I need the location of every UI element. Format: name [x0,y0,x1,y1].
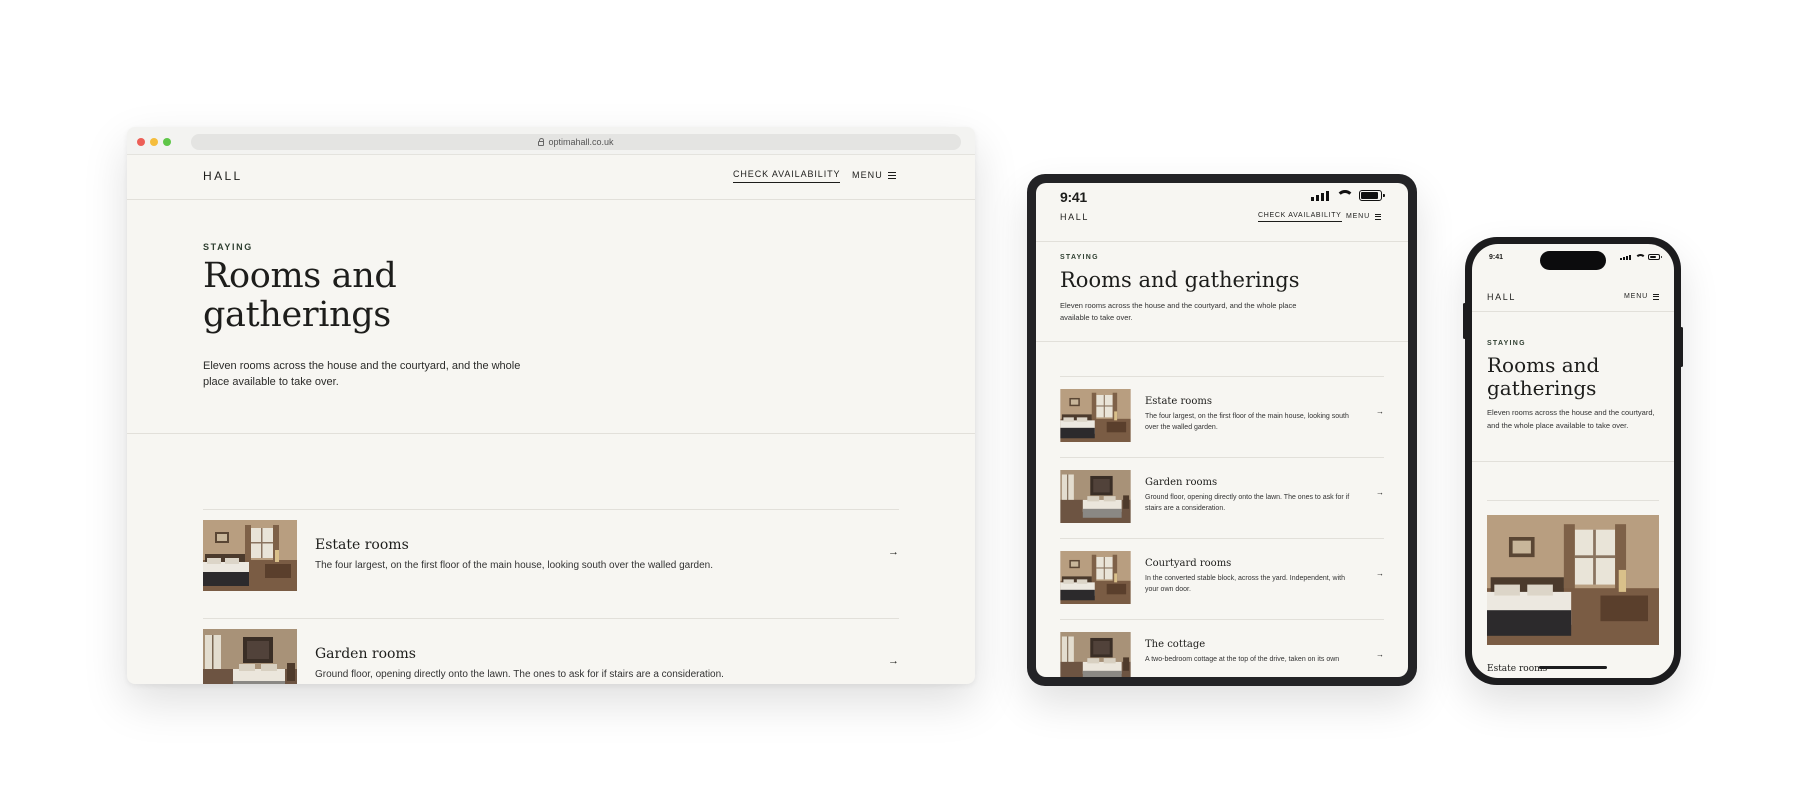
room-thumbnail [203,629,297,684]
divider [203,509,899,510]
page-intro: Eleven rooms across the house and the co… [1487,408,1655,430]
room-thumbnail [1060,389,1131,442]
section-eyebrow: STAYING [1060,254,1099,261]
page-title: Rooms and gatherings [203,256,397,335]
room-name: The cottage [1145,639,1206,650]
room-description: Ground floor, opening directly onto the … [315,669,724,680]
tablet-screen: 9:41 HALL CHECK AVAILABILITY MENU STAYIN… [1036,183,1408,677]
status-bar-icons [1620,254,1662,260]
room-card-estate[interactable]: Estate rooms The four largest, on the fi… [1060,389,1384,443]
wifi-icon [1336,190,1354,201]
home-indicator [1539,666,1607,669]
room-name: Garden rooms [1145,477,1218,488]
close-window-button[interactable] [137,138,145,146]
divider [1060,457,1384,458]
room-card-courtyard[interactable]: Courtyard rooms In the converted stable … [1060,551,1384,605]
battery-icon [1648,254,1662,260]
divider [1472,461,1674,462]
room-description: In the converted stable block, across th… [1145,575,1346,593]
maximize-window-button[interactable] [163,138,171,146]
room-thumbnail [1060,632,1131,677]
room-description: The four largest, on the first floor of … [1145,413,1349,431]
site-header: HALL CHECK AVAILABILITY MENU [127,155,975,200]
site-header: HALL MENU [1472,274,1674,312]
room-thumbnail [203,520,297,591]
site-header: HALL CHECK AVAILABILITY MENU [1036,207,1408,242]
divider [1060,619,1384,620]
room-card-garden[interactable]: Garden rooms Ground floor, opening direc… [203,629,899,684]
section-eyebrow: STAYING [203,242,253,252]
status-bar-icons [1311,190,1385,201]
site-logo[interactable]: HALL [203,169,243,183]
menu-label: MENU [1346,213,1370,220]
volume-button [1463,303,1466,339]
arrow-right-icon[interactable]: → [1376,650,1384,659]
browser-chrome: optimahall.co.uk [127,127,975,155]
check-availability-link[interactable]: CHECK AVAILABILITY [733,169,841,183]
page-title: Rooms and gatherings [1487,353,1600,400]
divider [1060,376,1384,377]
check-availability-link[interactable]: CHECK AVAILABILITY [1258,212,1342,222]
room-thumbnail [1060,470,1131,523]
room-description: The four largest, on the first floor of … [315,560,714,571]
hamburger-icon [1653,293,1659,300]
menu-label: MENU [852,170,883,180]
room-name: Garden rooms [315,646,416,662]
room-description: A two-bedroom cottage at the top of the … [1145,656,1340,663]
menu-label: MENU [1624,293,1648,300]
room-name: Estate rooms [1145,396,1212,407]
lock-icon [538,137,545,146]
status-time: 9:41 [1489,254,1504,261]
minimize-window-button[interactable] [150,138,158,146]
power-button [1680,327,1683,367]
battery-icon [1359,190,1385,201]
arrow-right-icon[interactable]: → [1376,488,1384,497]
page-intro: Eleven rooms across the house and the co… [1060,301,1297,322]
hamburger-icon [887,171,896,179]
divider [1487,500,1659,501]
site-logo[interactable]: HALL [1487,292,1516,302]
arrow-right-icon[interactable]: → [1376,407,1384,416]
room-name: Courtyard rooms [1145,558,1232,569]
menu-button[interactable]: MENU [1346,213,1381,220]
menu-button[interactable]: MENU [852,170,896,180]
status-time: 9:41 [1060,189,1087,205]
page-intro: Eleven rooms across the house and the co… [203,360,521,388]
desktop-browser-window: optimahall.co.uk HALL CHECK AVAILABILITY… [127,127,975,684]
page-title: Rooms and gatherings [1060,268,1300,292]
divider [1060,538,1384,539]
room-name: Estate rooms [315,537,409,553]
room-card-garden[interactable]: Garden rooms Ground floor, opening direc… [1060,470,1384,524]
room-thumbnail [1060,551,1131,604]
menu-button[interactable]: MENU [1624,293,1659,300]
room-card-estate[interactable]: Estate rooms The four largest, on the fi… [203,520,899,592]
dynamic-island [1540,251,1606,270]
signal-icon [1311,191,1329,201]
room-name: Estate rooms [1487,664,1548,674]
divider [127,433,975,434]
wifi-icon [1635,254,1646,260]
room-description: Ground floor, opening directly onto the … [1145,494,1350,512]
arrow-right-icon[interactable]: → [888,546,899,558]
signal-icon [1620,255,1631,260]
arrow-right-icon[interactable]: → [1376,569,1384,578]
address-bar-url: optimahall.co.uk [548,137,614,147]
room-thumbnail[interactable] [1487,515,1659,645]
arrow-right-icon[interactable]: → [888,655,899,667]
section-eyebrow: STAYING [1487,340,1526,347]
divider [203,618,899,619]
address-bar[interactable]: optimahall.co.uk [191,134,961,150]
hamburger-icon [1374,213,1381,220]
room-card-cottage[interactable]: The cottage A two-bedroom cottage at the… [1060,632,1384,677]
tablet-device: 9:41 HALL CHECK AVAILABILITY MENU STAYIN… [1027,174,1417,686]
phone-screen: 9:41 HALL MENU STAYING Rooms and gatheri… [1472,244,1674,678]
site-logo[interactable]: HALL [1060,212,1089,222]
phone-device: 9:41 HALL MENU STAYING Rooms and gatheri… [1463,237,1683,685]
divider [1036,341,1408,342]
